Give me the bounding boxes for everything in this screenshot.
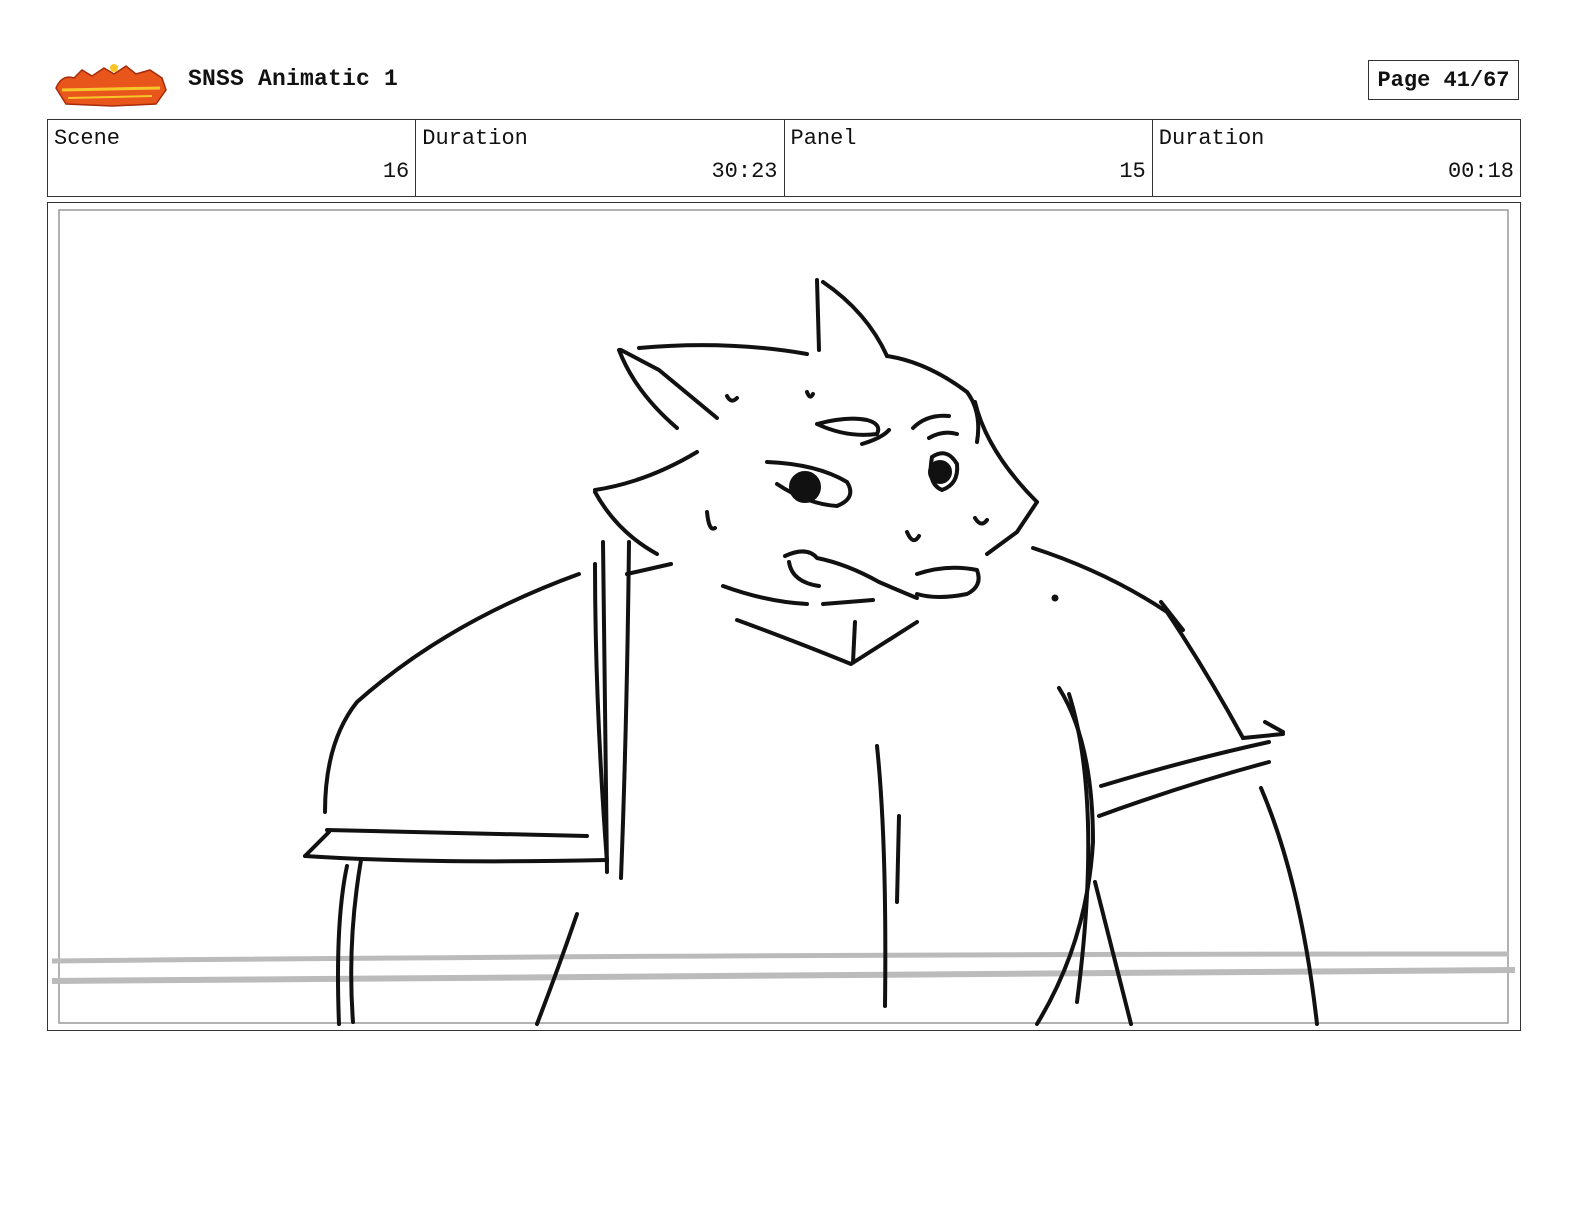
document-title: SNSS Animatic 1: [188, 66, 399, 92]
floor-line-lower: [51, 967, 1516, 984]
storyboard-panel-drawing: [51, 209, 1516, 1026]
page-indicator: Page 41/67: [1368, 60, 1519, 100]
scene-value: 16: [382, 159, 410, 184]
panel-duration-label: Duration: [1158, 126, 1265, 151]
panel-duration-cell: Duration 00:18: [1153, 120, 1520, 196]
panel-label: Panel: [790, 126, 857, 151]
scene-label: Scene: [54, 126, 121, 151]
inner-frame: [58, 209, 1509, 1024]
scene-info-table: Scene 16 Duration 30:23 Panel 15 Duratio…: [47, 119, 1521, 197]
character-sketch: [303, 278, 1319, 1026]
panel-value: 15: [1119, 159, 1146, 184]
panel-duration-value: 00:18: [1447, 159, 1514, 184]
floor-line-upper: [51, 951, 1510, 964]
scene-duration-cell: Duration 30:23: [416, 120, 785, 196]
show-logo-icon: [55, 64, 167, 107]
scene-duration-label: Duration: [422, 126, 528, 151]
panel-cell: Panel 15: [785, 120, 1153, 196]
scene-cell: Scene 16: [48, 120, 417, 196]
scene-duration-value: 30:23: [711, 159, 778, 184]
